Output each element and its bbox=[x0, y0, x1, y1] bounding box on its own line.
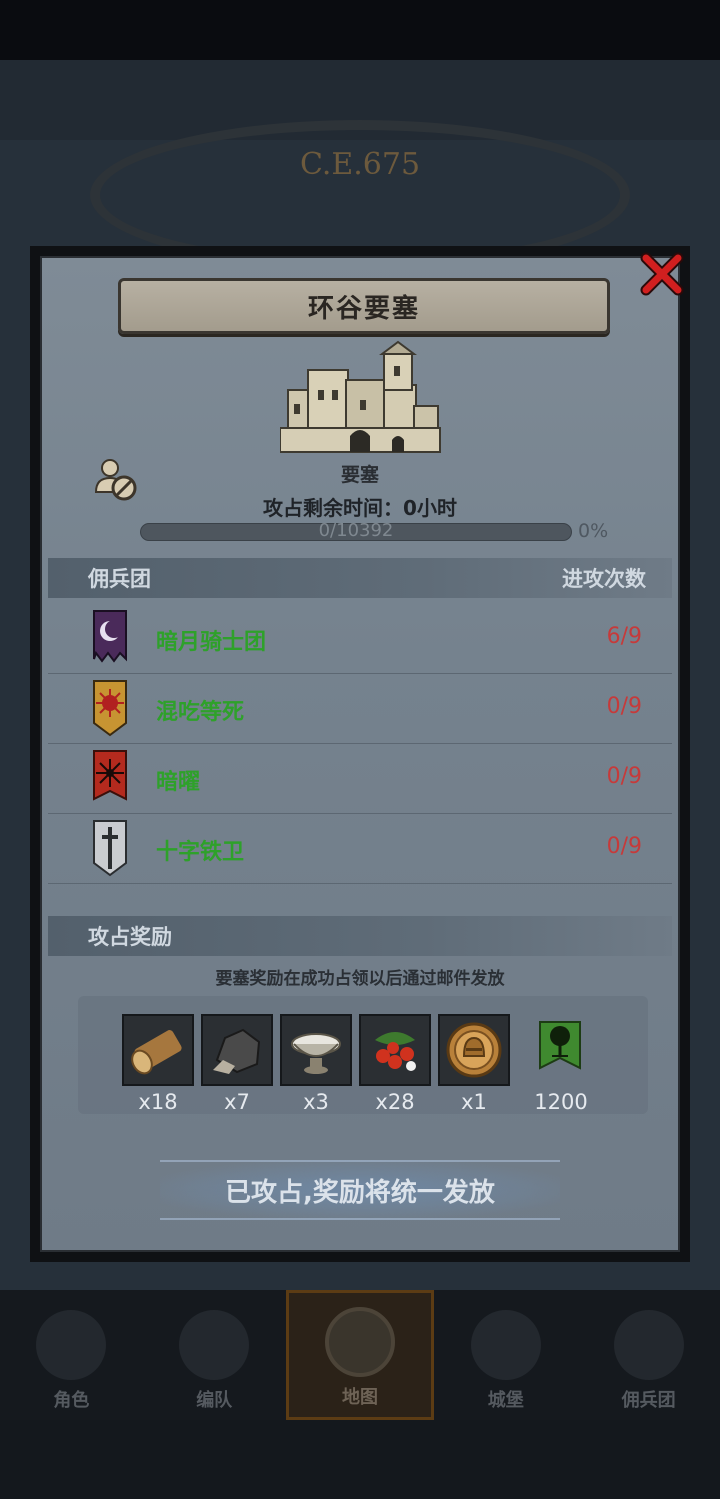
nav-character[interactable]: 角色 bbox=[0, 1290, 143, 1420]
list-item[interactable]: 十字铁卫 0/9 bbox=[48, 814, 672, 884]
status-bar bbox=[0, 0, 720, 60]
guild-tree-banner-icon bbox=[539, 1021, 581, 1070]
reward-qty: x28 bbox=[375, 1090, 415, 1114]
list-item[interactable]: 混吃等死 0/9 bbox=[48, 674, 672, 744]
close-button[interactable] bbox=[632, 244, 692, 304]
fort-type-label: 要塞 bbox=[340, 464, 379, 486]
attack-count-column-label: 进攻次数 bbox=[562, 567, 646, 591]
merc-name: 暗月骑士团 bbox=[156, 630, 267, 655]
progress-text: 0/10392 bbox=[318, 520, 394, 541]
reward-item[interactable] bbox=[524, 1014, 596, 1086]
reward-qty: x3 bbox=[303, 1090, 329, 1114]
wood-log-icon bbox=[131, 1030, 182, 1075]
helmet-medal-icon bbox=[446, 1022, 502, 1078]
attack-count: 6/9 bbox=[606, 624, 642, 649]
era-label: C.E.675 bbox=[299, 147, 421, 182]
nav-label: 城堡 bbox=[487, 1390, 524, 1411]
reward-item[interactable] bbox=[438, 1014, 510, 1086]
map-compass-icon bbox=[324, 1307, 395, 1377]
reward-qty: x7 bbox=[224, 1090, 250, 1114]
knight-icon bbox=[36, 1310, 107, 1380]
sun-banner-icon bbox=[93, 680, 127, 737]
nav-map[interactable]: 地图 bbox=[285, 1290, 435, 1420]
nav-formation[interactable]: 编队 bbox=[143, 1290, 286, 1420]
bottom-nav: 角色 编队 地图 城堡 佣兵团 bbox=[0, 1290, 720, 1420]
merc-name: 混吃等死 bbox=[156, 700, 245, 725]
reward-qty: 1200 bbox=[534, 1090, 588, 1114]
nav-mercenary[interactable]: 佣兵团 bbox=[577, 1290, 720, 1420]
attack-count: 0/9 bbox=[606, 764, 642, 789]
merc-name: 十字铁卫 bbox=[156, 840, 245, 865]
reward-qty: x18 bbox=[138, 1090, 178, 1114]
nav-label: 角色 bbox=[53, 1390, 90, 1411]
bottom-bar bbox=[0, 1420, 720, 1499]
mercenary-icon bbox=[613, 1310, 684, 1380]
title-plate: 环谷要塞 bbox=[118, 278, 610, 334]
list-item[interactable]: 暗曜 0/9 bbox=[48, 744, 672, 814]
reward-item[interactable] bbox=[201, 1014, 273, 1086]
silver-bowl-icon bbox=[291, 1033, 341, 1074]
merc-header: 佣兵团 进攻次数 bbox=[48, 558, 672, 598]
reward-header: 攻占奖励 bbox=[48, 916, 672, 956]
nav-label: 地图 bbox=[341, 1387, 378, 1408]
nav-castle[interactable]: 城堡 bbox=[434, 1290, 577, 1420]
merc-name: 暗曜 bbox=[156, 770, 201, 795]
reward-note: 要塞奖励在成功占领以后通过邮件发放 bbox=[215, 969, 505, 989]
berries-icon bbox=[375, 1032, 416, 1071]
list-item[interactable]: 暗月骑士团 6/9 bbox=[48, 604, 672, 674]
ore-stone-icon bbox=[213, 1028, 261, 1074]
reward-item[interactable] bbox=[280, 1014, 352, 1086]
progress-percent: 0% bbox=[578, 520, 609, 542]
reward-item[interactable] bbox=[359, 1014, 431, 1086]
page-title: 环谷要塞 bbox=[307, 293, 420, 324]
claim-status-label: 已攻占,奖励将统一发放 bbox=[225, 1177, 495, 1208]
close-icon bbox=[640, 252, 684, 296]
nav-label: 佣兵团 bbox=[621, 1390, 676, 1411]
reward-header-label: 攻占奖励 bbox=[88, 925, 172, 949]
capture-time-remaining: 攻占剩余时间：0小时 bbox=[263, 496, 457, 520]
attack-count: 0/9 bbox=[606, 694, 642, 719]
moon-banner-icon bbox=[93, 610, 127, 663]
merc-column-label: 佣兵团 bbox=[88, 567, 151, 591]
reward-qty: x1 bbox=[461, 1090, 487, 1114]
sword-banner-icon bbox=[93, 820, 127, 877]
nav-label: 编队 bbox=[196, 1390, 233, 1411]
helmet-icon bbox=[179, 1310, 250, 1380]
reward-item[interactable] bbox=[122, 1014, 194, 1086]
castle-icon bbox=[280, 340, 441, 453]
castle-icon bbox=[470, 1310, 541, 1380]
attack-count: 0/9 bbox=[606, 834, 642, 859]
claim-status-button[interactable]: 已攻占,奖励将统一发放 bbox=[160, 1160, 560, 1220]
star-banner-icon bbox=[93, 750, 127, 801]
